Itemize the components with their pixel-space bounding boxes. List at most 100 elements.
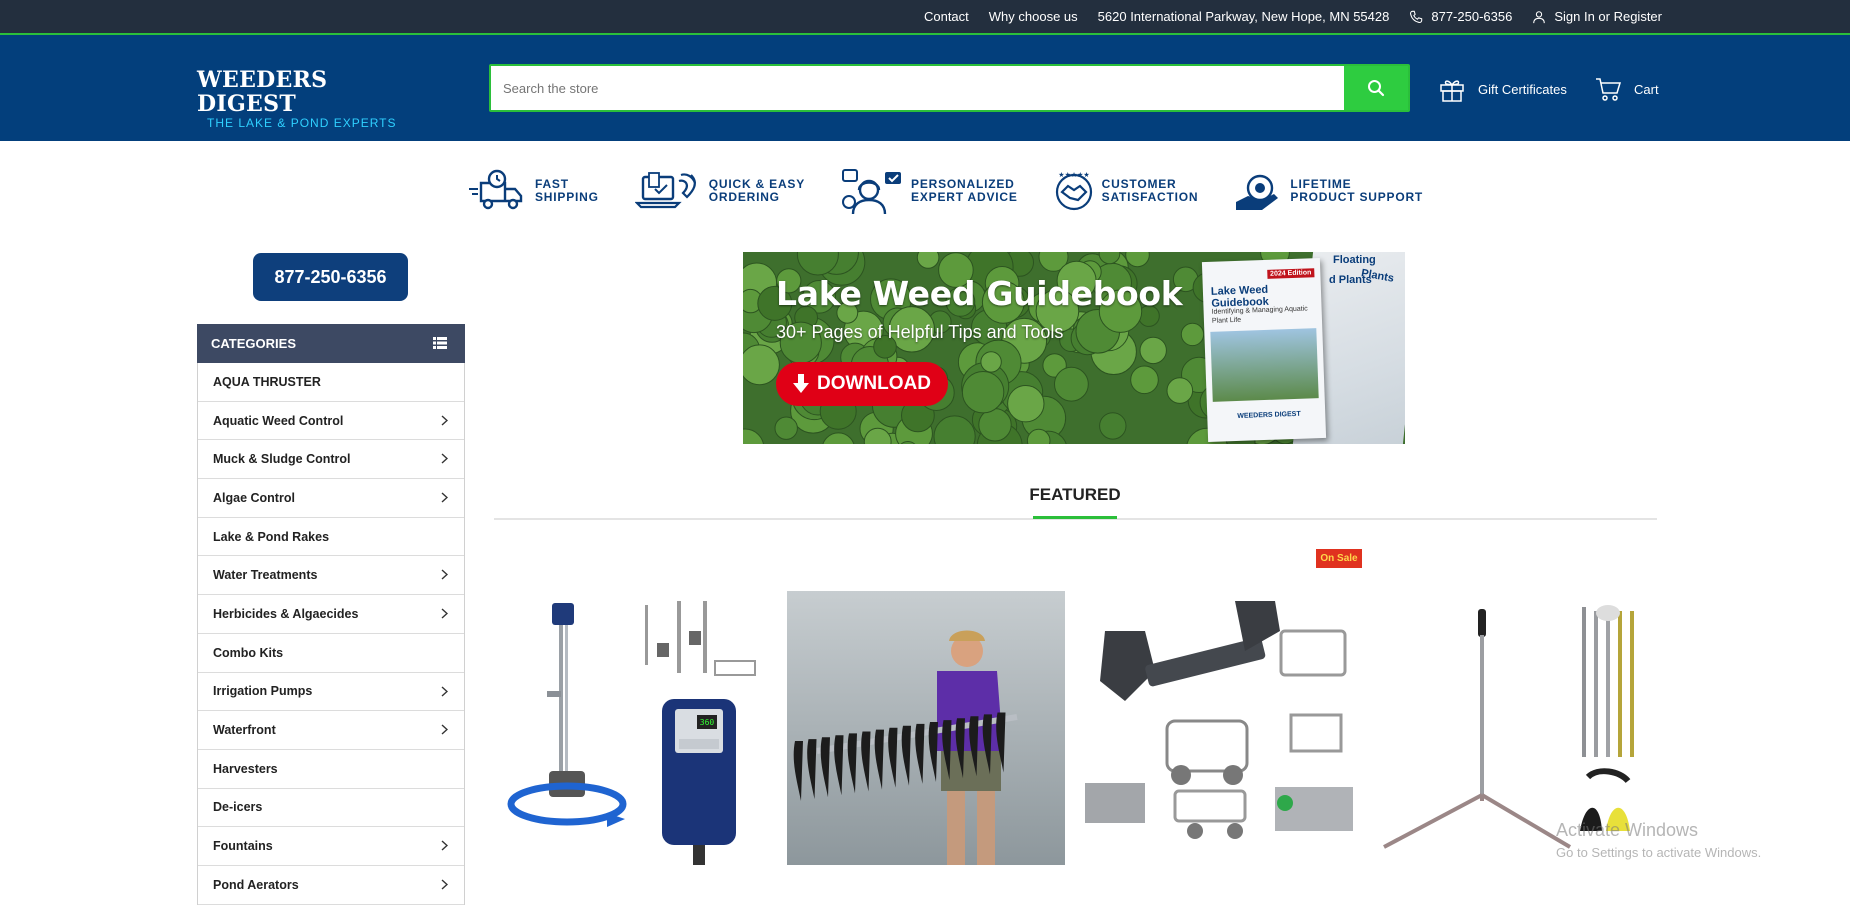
category-item[interactable]: Pond Aerators [198,866,464,905]
site-logo[interactable]: WEEDERS DIGEST THE LAKE & POND EXPERTS [197,68,412,130]
book-subtitle: Identifying & Managing Aquatic Plant Lif… [1211,305,1308,325]
page-label: Floating [1333,254,1376,266]
feature-expert-advice: PERSONALIZED EXPERT ADVICE [841,168,1018,214]
chevron-right-icon [441,685,449,700]
product-image-lake-rake [787,591,1065,865]
call-phone-button[interactable]: 877-250-6356 [253,253,408,301]
book-lake-photo [1210,328,1319,402]
category-item[interactable]: Muck & Sludge Control [198,440,464,480]
expert-icon [842,169,902,214]
book-logo: WEEDERS DIGEST [1237,410,1301,420]
category-label: Aquatic Weed Control [213,413,344,428]
feature-line2: ORDERING [708,190,780,204]
list-view-icon [433,337,447,349]
download-label: DOWNLOAD [817,373,931,394]
category-item[interactable]: Irrigation Pumps [198,673,464,712]
windows-watermark-title: Activate Windows [1556,820,1699,840]
chevron-right-icon [441,453,449,467]
feature-customer-satisfaction: ★★★★★ CUSTOMER SATISFACTION [1054,168,1199,214]
why-choose-us-link[interactable]: Why choose us [989,9,1078,24]
category-label: De-icers [213,800,263,815]
chevron-right-icon [441,840,449,854]
category-label: Pond Aerators [213,877,299,892]
chevron-right-icon [441,569,449,583]
category-item[interactable]: Combo Kits [198,634,464,673]
category-label: Muck & Sludge Control [213,452,351,467]
cart-label: Cart [1634,81,1659,97]
svg-text:★★★★★: ★★★★★ [1058,171,1089,179]
windows-watermark-subtitle: Go to Settings to activate Windows. [1556,845,1762,860]
search-button[interactable] [1344,66,1408,110]
category-item[interactable]: Harvesters [198,750,464,789]
category-item[interactable]: Water Treatments [198,556,464,596]
category-label: Fountains [213,839,273,854]
guidebook-cover: 2024 Edition Lake Weed Guidebook Identif… [1201,257,1327,443]
category-label: Combo Kits [213,645,284,660]
gift-certificates-link[interactable]: Gift Certificates [1438,74,1567,104]
phone-link[interactable]: 877-250-6356 [1409,9,1512,24]
phone-icon [1410,10,1423,23]
feature-lifetime-support: LIFETIME PRODUCT SUPPORT [1234,168,1423,214]
sign-in-text: Sign In or Register [1554,9,1662,24]
feature-line2: SHIPPING [535,190,599,204]
category-item[interactable]: Herbicides & Algaecides [198,595,464,634]
feature-quick-ordering: QUICK & EASY ORDERING [634,169,805,213]
search-input[interactable] [491,66,1346,110]
logo-tagline: THE LAKE & POND EXPERTS [207,116,397,130]
cart-icon [1596,78,1622,101]
featured-heading: FEATURED [0,485,1850,505]
cart-link[interactable]: Cart [1594,74,1659,104]
guidebook-banner[interactable]: Floating Plants d Plants 2024 Edition La… [743,252,1405,444]
gift-certificates-label: Gift Certificates [1478,81,1567,97]
on-sale-badge: On Sale [1316,549,1362,568]
order-icon [634,172,696,209]
features-strip: FAST SHIPPING QUICK & EASY ORDERING PERSON… [467,166,1459,216]
svg-text:360: 360 [700,718,715,727]
category-label: Waterfront [213,723,276,738]
download-button[interactable]: DOWNLOAD [776,362,948,406]
contact-link[interactable]: Contact [924,9,969,24]
page-label: d Plants [1329,274,1372,286]
product-card[interactable]: 360 [507,591,785,865]
category-label: Herbicides & Algaecides [213,606,359,621]
category-item[interactable]: De-icers [198,789,464,828]
chevron-right-icon [441,415,449,429]
sign-in-link[interactable]: Sign In or Register [1532,9,1662,24]
categories-title: CATEGORIES [211,336,296,351]
product-image-groomer-mounts [1085,601,1353,839]
utility-bar: Contact Why choose us 5620 International… [0,0,1850,35]
logo-wordmark: WEEDERS DIGEST [197,67,328,117]
handshake-icon: ★★★★★ [1055,171,1092,211]
address-text: 5620 International Parkway, New Hope, MN… [1097,9,1390,24]
chevron-right-icon [441,879,449,893]
category-item[interactable]: Lake & Pond Rakes [198,518,464,557]
product-card[interactable] [1085,591,1363,865]
gift-icon [1440,80,1464,102]
search-icon [1368,80,1385,97]
product-card[interactable] [787,591,1065,865]
category-item[interactable]: Aquatic Weed Control [198,402,464,441]
banner-subtitle: 30+ Pages of Helpful Tips and Tools [776,322,1064,342]
feature-fast-shipping: FAST SHIPPING [467,169,599,213]
site-header: WEEDERS DIGEST THE LAKE & POND EXPERTS G… [0,35,1850,141]
featured-tab[interactable]: FEATURED [1029,485,1120,504]
chevron-right-icon [441,724,449,738]
category-label: Irrigation Pumps [213,684,313,699]
phone-text: 877-250-6356 [1431,9,1513,24]
feature-line2: EXPERT ADVICE [911,190,1018,204]
banner-title: Lake Weed Guidebook [776,274,1183,313]
category-item[interactable]: AQUA THRUSTER [198,363,464,402]
category-label: AQUA THRUSTER [213,374,321,389]
category-label: Lake & Pond Rakes [213,529,330,544]
truck-icon [469,169,523,210]
download-arrow-icon [793,374,809,393]
feature-line2: PRODUCT SUPPORT [1290,190,1424,204]
category-list: AQUA THRUSTER Aquatic Weed Control Muck & … [197,363,465,905]
category-item[interactable]: Fountains [198,827,464,866]
user-icon [1533,10,1546,23]
featured-active-underline [1033,516,1117,519]
chevron-right-icon [441,608,449,622]
feature-line2: SATISFACTION [1101,190,1199,204]
categories-header[interactable]: CATEGORIES [197,324,465,363]
category-item[interactable]: Waterfront [198,711,464,750]
